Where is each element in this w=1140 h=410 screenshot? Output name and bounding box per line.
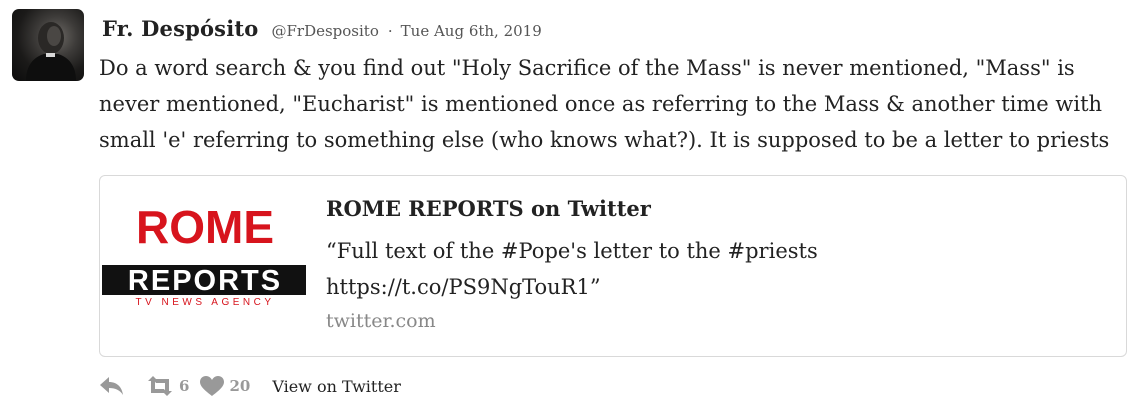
author-handle[interactable]: @FrDesposito bbox=[272, 22, 379, 40]
reply-button[interactable] bbox=[99, 375, 125, 397]
rome-reports-logo: ROME REPORTS TV NEWS AGENCY bbox=[101, 177, 310, 355]
card-title[interactable]: ROME REPORTS on Twitter bbox=[326, 196, 651, 221]
retweet-count: 6 bbox=[179, 377, 190, 395]
heart-icon bbox=[200, 376, 225, 396]
card-description-line: “Full text of the #Pope's letter to the … bbox=[326, 239, 818, 263]
avatar-image bbox=[26, 22, 76, 81]
tweet-text-line: never mentioned, "Eucharist" is mentione… bbox=[99, 92, 1103, 116]
like-button[interactable]: 20 bbox=[199, 375, 250, 397]
retweet-button[interactable]: 6 bbox=[145, 375, 189, 397]
avatar[interactable] bbox=[12, 9, 84, 81]
tweet-text: Do a word search & you find out "Holy Sa… bbox=[99, 50, 1134, 158]
logo-tagline: TV NEWS AGENCY bbox=[135, 297, 274, 308]
tweet-text-line: Do a word search & you find out "Holy Sa… bbox=[99, 56, 1075, 80]
tweet-header: Fr. Despósito @FrDesposito · Tue Aug 6th… bbox=[102, 16, 542, 41]
view-on-twitter-link[interactable]: View on Twitter bbox=[272, 377, 401, 396]
logo-word-1: ROME bbox=[136, 201, 274, 253]
tweet-date[interactable]: Tue Aug 6th, 2019 bbox=[401, 22, 542, 40]
logo-word-2: REPORTS bbox=[128, 265, 282, 297]
link-preview-card[interactable]: ROME REPORTS TV NEWS AGENCY ROME REPORTS… bbox=[99, 175, 1127, 357]
tweet-actions: 6 20 View on Twitter bbox=[99, 373, 401, 399]
card-domain: twitter.com bbox=[326, 310, 436, 332]
card-description-line: https://t.co/PS9NgTouR1” bbox=[326, 275, 601, 299]
header-separator: · bbox=[387, 22, 393, 40]
retweet-icon bbox=[148, 376, 172, 396]
reply-icon bbox=[100, 377, 123, 395]
card-description: “Full text of the #Pope's letter to the … bbox=[326, 233, 1026, 305]
tweet-text-line: small 'e' referring to something else (w… bbox=[99, 128, 1110, 152]
author-display-name[interactable]: Fr. Despósito bbox=[102, 16, 259, 41]
like-count: 20 bbox=[229, 377, 251, 395]
